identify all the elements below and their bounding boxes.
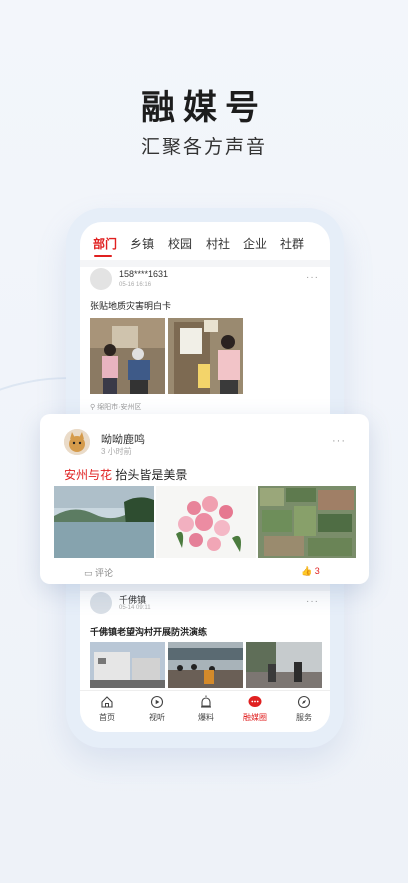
nav-label: 首页	[99, 713, 115, 722]
more-options-icon[interactable]: ···	[306, 596, 319, 607]
featured-post-card[interactable]: 呦呦鹿鸣 3 小时前 ··· 安州与花 抬头皆是美景 ▭ 评论 👍 3	[40, 414, 369, 584]
post-photo[interactable]	[168, 318, 243, 394]
post-title-text: 抬头皆是美景	[112, 468, 188, 482]
nav-label: 视听	[149, 713, 165, 722]
photo-wall-notice	[90, 318, 165, 394]
comment-label: 评论	[95, 568, 114, 578]
nav-item-report[interactable]: 爆料	[186, 695, 226, 723]
bottom-navigation: 首页 视听 爆料 融媒圈 服务	[80, 690, 330, 732]
location-pin-icon: ⚲	[90, 404, 96, 411]
post-timestamp: 05-16 16:16	[119, 282, 152, 288]
post-photo[interactable]	[258, 486, 356, 558]
photo-village-houses	[90, 642, 165, 688]
avatar-cat-image	[64, 429, 90, 455]
home-icon	[101, 696, 113, 708]
section-divider	[80, 584, 330, 591]
avatar[interactable]	[64, 429, 90, 455]
comment-icon: ▭	[84, 568, 93, 578]
photo-lake	[54, 486, 154, 558]
post-photo[interactable]	[90, 318, 165, 394]
like-button[interactable]: 👍 3	[301, 566, 320, 577]
post-title-highlight: 安州与花	[64, 468, 113, 482]
post-user-name[interactable]: 呦呦鹿鸣	[101, 431, 145, 447]
tab-village[interactable]: 村社	[206, 235, 230, 252]
compass-icon	[297, 695, 311, 709]
post-timestamp: 05-14 09:11	[119, 605, 151, 611]
location-text: 绵阳市·安州区	[97, 404, 142, 411]
post-title[interactable]: 张贴地质灾害明白卡	[90, 299, 171, 312]
nav-label: 爆料	[198, 713, 214, 722]
photo-aerial-fields	[258, 486, 356, 558]
tab-township[interactable]: 乡镇	[130, 235, 154, 252]
avatar[interactable]	[90, 592, 112, 614]
post-user-name[interactable]: 158****1631	[119, 269, 168, 279]
nav-item-home[interactable]: 首页	[87, 695, 127, 723]
hero-subtitle: 汇聚各方声音	[140, 137, 267, 158]
tab-department[interactable]: 部门	[93, 235, 117, 252]
avatar[interactable]	[90, 268, 112, 290]
photo-roses	[156, 486, 256, 558]
section-divider	[80, 260, 330, 267]
thumbs-up-icon: 👍	[301, 566, 313, 576]
photo-crowd-drill	[168, 642, 243, 688]
chat-bubble-icon	[248, 696, 262, 707]
comment-button[interactable]: ▭ 评论	[84, 566, 113, 579]
play-icon	[150, 695, 164, 709]
nav-label: 融媒圈	[243, 713, 267, 722]
nav-item-video[interactable]: 视听	[137, 695, 177, 723]
like-count: 3	[314, 566, 320, 576]
post-photo[interactable]	[156, 486, 256, 558]
nav-item-service[interactable]: 服务	[284, 695, 324, 723]
hero-title: 融媒号	[141, 89, 267, 127]
tab-enterprise[interactable]: 企业	[243, 235, 267, 252]
post-photo[interactable]	[90, 642, 165, 688]
nav-item-media-circle[interactable]: 融媒圈	[235, 695, 275, 723]
tab-campus[interactable]: 校园	[168, 235, 192, 252]
photo-door-notice	[168, 318, 243, 394]
more-options-icon[interactable]: ···	[332, 435, 346, 447]
more-options-icon[interactable]: ···	[306, 272, 319, 283]
nav-label: 服务	[296, 713, 312, 722]
post-timestamp: 3 小时前	[101, 447, 132, 456]
category-tabs: 部门 乡镇 校园 村社 企业 社群	[80, 222, 330, 261]
post-title[interactable]: 千佛镇老望沟村开展防洪演练	[90, 625, 207, 638]
post-photo[interactable]	[168, 642, 243, 688]
alarm-icon	[201, 695, 211, 708]
post-title[interactable]: 安州与花 抬头皆是美景	[64, 466, 187, 483]
photo-street-people	[246, 642, 322, 688]
post-location: ⚲ 绵阳市·安州区	[90, 402, 141, 412]
active-tab-indicator	[94, 255, 112, 257]
post-photo[interactable]	[246, 642, 322, 688]
post-photo[interactable]	[54, 486, 154, 558]
tab-community[interactable]: 社群	[280, 235, 304, 252]
